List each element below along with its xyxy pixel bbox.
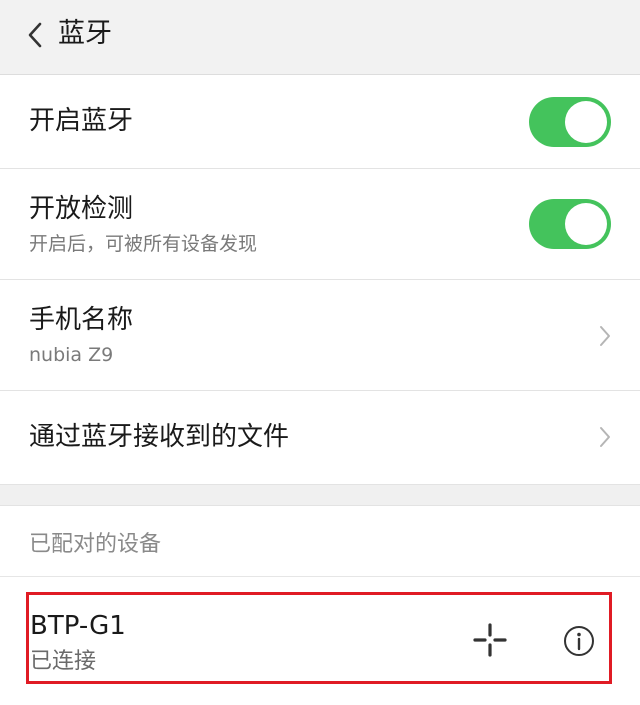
bluetooth-toggle-label: 开启蓝牙 [29,106,134,136]
discoverable-subtitle: 开启后，可被所有设备发现 [29,233,258,255]
discoverable-toggle-switch[interactable] [529,199,611,249]
bluetooth-toggle-row[interactable]: 开启蓝牙 [0,75,640,169]
section-divider [0,485,640,506]
paired-device-name: BTP-G1 [30,611,126,641]
crosshair-icon[interactable] [473,623,507,657]
chevron-right-icon [600,326,610,346]
paired-device-status: 已连接 [30,649,97,674]
app-header: 蓝牙 [0,0,640,75]
page-title: 蓝牙 [58,18,112,49]
chevron-right-icon [600,427,610,447]
device-name-row[interactable]: 手机名称 nubia Z9 [0,280,640,391]
discoverable-toggle-row[interactable]: 开放检测 开启后，可被所有设备发现 [0,169,640,280]
device-name-value: nubia Z9 [29,344,114,366]
chevron-left-icon[interactable] [22,20,50,50]
paired-devices-header: 已配对的设备 [0,506,640,577]
received-files-label: 通过蓝牙接收到的文件 [29,422,290,452]
paired-devices-label: 已配对的设备 [29,532,162,557]
info-icon[interactable] [563,625,595,657]
discoverable-label: 开放检测 [29,194,134,224]
toggle-knob [565,101,607,143]
received-files-row[interactable]: 通过蓝牙接收到的文件 [0,391,640,485]
toggle-knob [565,203,607,245]
device-name-label: 手机名称 [29,305,134,335]
paired-device-row[interactable]: BTP-G1 已连接 [0,577,640,705]
bluetooth-toggle-switch[interactable] [529,97,611,147]
